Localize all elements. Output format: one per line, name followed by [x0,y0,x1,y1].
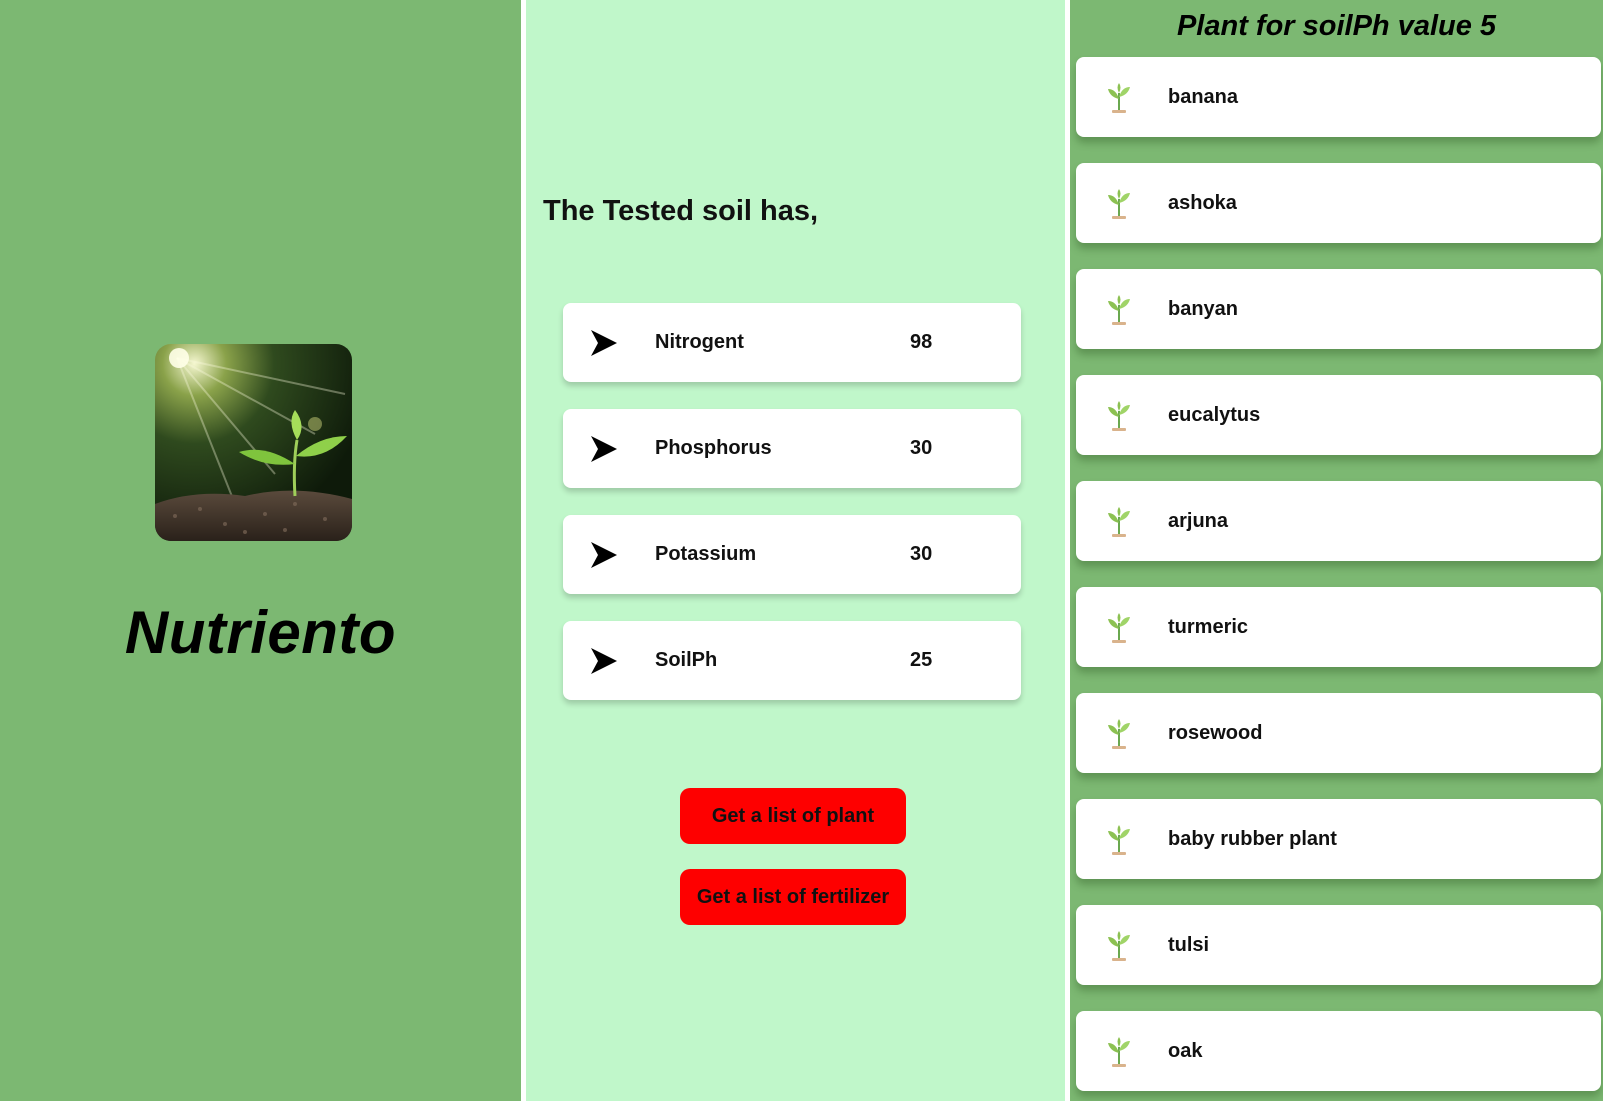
plant-list-panel: Plant for soilPh value 5 banana ashoka b… [1070,0,1603,1101]
sprout-icon [1108,401,1130,431]
nutrient-card-soilph: SoilPh 25 [563,621,1021,700]
nutrient-card-phosphorus: Phosphorus 30 [563,409,1021,488]
nutrient-label: SoilPh [655,649,718,671]
sprout-icon [1108,189,1130,219]
plant-name: banana [1168,86,1239,108]
app-name: Nutriento [124,599,397,666]
soil-heading: The Tested soil has, [543,195,819,227]
plant-list-item[interactable]: rosewood [1076,693,1601,773]
nutrient-value: 25 [910,649,933,671]
plant-name: arjuna [1168,510,1229,532]
splash-panel: Nutriento [0,0,521,1101]
arrow-right-icon [591,542,617,568]
sprout-icon [1108,719,1130,749]
sprout-icon [1108,825,1130,855]
nutrient-list: Nitrogent 98 Phosphorus 30 Potassium 30 … [563,303,1021,727]
arrow-right-icon [591,330,617,356]
seedling-icon [155,344,352,541]
plant-list-title: Plant for soilPh value 5 [1176,10,1497,42]
nutrient-label: Nitrogent [655,331,744,353]
plant-name: rosewood [1168,722,1263,744]
nutrient-label: Potassium [655,543,757,565]
plant-name: banyan [1168,298,1239,320]
plant-list-item[interactable]: ashoka [1076,163,1601,243]
plant-list-item[interactable]: banana [1076,57,1601,137]
plant-list-item[interactable]: eucalytus [1076,375,1601,455]
nutrient-label: Phosphorus [655,437,772,459]
plant-list: banana ashoka banyan eucalytus arjuna tu… [1076,57,1603,1101]
plant-list-item[interactable]: turmeric [1076,587,1601,667]
plant-name: baby rubber plant [1168,828,1337,850]
sprout-icon [1108,295,1130,325]
app-logo-image [155,344,352,541]
nutrient-card-potassium: Potassium 30 [563,515,1021,594]
soil-report-panel: The Tested soil has, Nitrogent 98 Phosph… [526,0,1065,1101]
nutrient-value: 30 [910,437,933,459]
plant-list-item[interactable]: oak [1076,1011,1601,1091]
plant-name: eucalytus [1168,404,1261,426]
plant-list-item[interactable]: baby rubber plant [1076,799,1601,879]
plant-list-item[interactable]: tulsi [1076,905,1601,985]
arrow-right-icon [591,436,617,462]
sprout-icon [1108,507,1130,537]
nutrient-value: 98 [910,331,933,353]
get-fertilizer-list-button[interactable]: Get a list of fertilizer [680,869,906,925]
sprout-icon [1108,613,1130,643]
plant-list-item[interactable]: banyan [1076,269,1601,349]
nutrient-card-nitrogen: Nitrogent 98 [563,303,1021,382]
nutrient-value: 30 [910,543,933,565]
get-plant-list-button[interactable]: Get a list of plant [680,788,906,844]
sprout-icon [1108,931,1130,961]
arrow-right-icon [591,648,617,674]
plant-name: oak [1168,1040,1203,1062]
plant-list-item[interactable]: arjuna [1076,481,1601,561]
plant-name: tulsi [1168,934,1210,956]
plant-name: turmeric [1168,616,1249,638]
sprout-icon [1108,83,1130,113]
sprout-icon [1108,1037,1130,1067]
plant-name: ashoka [1168,192,1237,214]
